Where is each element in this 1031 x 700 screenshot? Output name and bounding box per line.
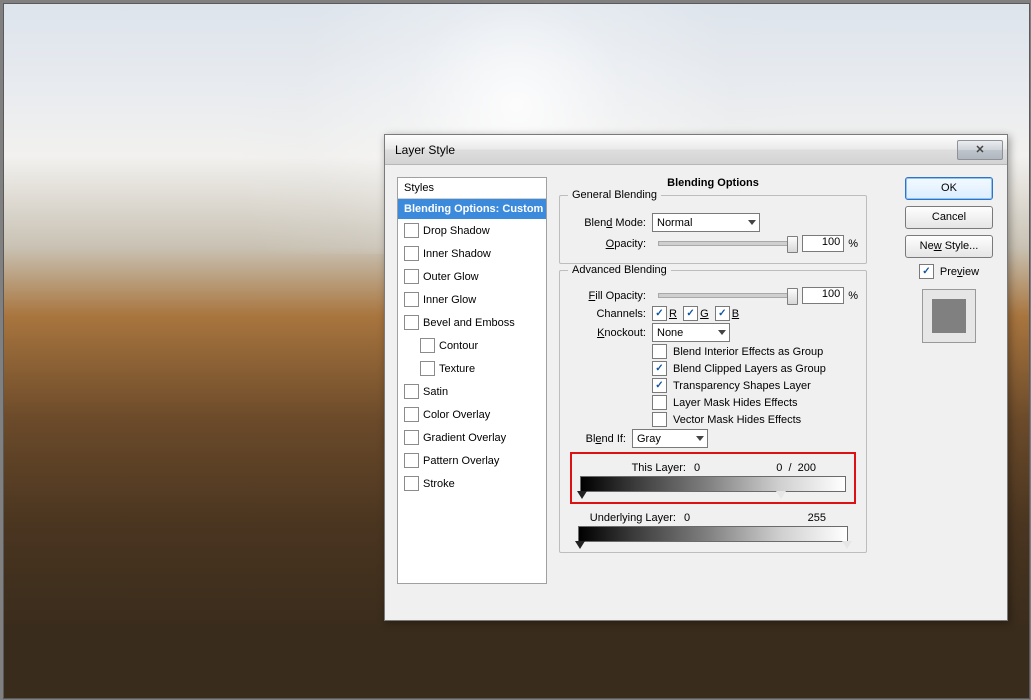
fill-opacity-slider[interactable] [658,293,796,298]
checkbox-icon[interactable] [404,476,419,491]
style-item-stroke[interactable]: Stroke [398,472,546,495]
black-stop-icon[interactable] [577,491,587,499]
style-item-color-overlay[interactable]: Color Overlay [398,403,546,426]
fill-opacity-label: Fill Opacity: [568,290,652,302]
channel-r-checkbox[interactable] [652,306,667,321]
style-item-bevel-emboss[interactable]: Bevel and Emboss [398,311,546,334]
checkbox-icon[interactable] [404,315,419,330]
knockout-label: Knockout: [568,327,652,339]
style-item-inner-glow[interactable]: Inner Glow [398,288,546,311]
channel-r-label: R [669,308,677,320]
general-blending-group: General Blending Blend Mode: Normal Opac… [559,195,867,264]
general-blending-legend: General Blending [568,189,661,201]
style-item-gradient-overlay[interactable]: Gradient Overlay [398,426,546,449]
advanced-blending-legend: Advanced Blending [568,264,671,276]
preview-inner [932,299,966,333]
layer-mask-hides-checkbox[interactable] [652,395,667,410]
opacity-label: Opacity: [568,238,652,250]
underlying-layer-label: Underlying Layer: [570,512,684,524]
underlying-layer-gradient[interactable] [578,526,848,542]
white-stop-icon[interactable] [842,541,852,549]
dialog-title: Layer Style [395,143,957,157]
channel-b-checkbox[interactable] [715,306,730,321]
underlying-low: 0 [684,512,690,524]
style-item-contour[interactable]: Contour [398,334,546,357]
fill-opacity-input[interactable]: 100 [802,287,844,304]
checkbox-icon[interactable] [420,338,435,353]
style-item-pattern-overlay[interactable]: Pattern Overlay [398,449,546,472]
vector-mask-hides-label: Vector Mask Hides Effects [673,414,801,426]
styles-header[interactable]: Styles [398,178,546,199]
channel-g-label: G [700,308,709,320]
titlebar[interactable]: Layer Style ✕ [385,135,1007,165]
advanced-blending-group: Advanced Blending Fill Opacity: 100 % Ch… [559,270,867,553]
style-item-blending-options[interactable]: Blending Options: Custom [398,199,546,219]
layer-style-dialog: Layer Style ✕ Styles Blending Options: C… [384,134,1008,621]
transparency-shapes-checkbox[interactable] [652,378,667,393]
knockout-select[interactable]: None [652,323,730,342]
this-layer-high-a: 0 [776,462,782,474]
slider-thumb-icon[interactable] [787,288,798,305]
channel-b-label: B [732,308,739,320]
channels-label: Channels: [568,308,652,320]
checkbox-icon[interactable] [404,292,419,307]
blend-if-select[interactable]: Gray [632,429,708,448]
options-column: Blending Options General Blending Blend … [555,173,871,593]
checkbox-icon[interactable] [404,223,419,238]
style-item-outer-glow[interactable]: Outer Glow [398,265,546,288]
preview-swatch [922,289,976,343]
styles-panel: Styles Blending Options: Custom Drop Sha… [397,177,547,584]
slider-thumb-icon[interactable] [787,236,798,253]
layer-mask-hides-label: Layer Mask Hides Effects [673,397,798,409]
close-icon: ✕ [975,143,984,156]
opacity-slider[interactable] [658,241,796,246]
new-style-button[interactable]: New Style... [905,235,993,258]
this-layer-high-b: 200 [798,462,816,474]
blend-mode-select[interactable]: Normal [652,213,760,232]
opacity-input[interactable]: 100 [802,235,844,252]
this-layer-gradient[interactable] [580,476,846,492]
checkbox-icon[interactable] [404,430,419,445]
transparency-shapes-label: Transparency Shapes Layer [673,380,811,392]
vector-mask-hides-checkbox[interactable] [652,412,667,427]
style-item-satin[interactable]: Satin [398,380,546,403]
checkbox-icon[interactable] [404,407,419,422]
pct-label: % [848,290,858,302]
blend-clipped-checkbox[interactable] [652,361,667,376]
white-stop-icon[interactable] [776,491,786,499]
checkbox-icon[interactable] [420,361,435,376]
close-button[interactable]: ✕ [957,140,1003,160]
blend-if-label: Blend If: [570,433,632,445]
channel-g-checkbox[interactable] [683,306,698,321]
this-layer-low: 0 [694,462,700,474]
style-item-texture[interactable]: Texture [398,357,546,380]
pct-label: % [848,238,858,250]
ok-button[interactable]: OK [905,177,993,200]
style-item-drop-shadow[interactable]: Drop Shadow [398,219,546,242]
underlying-high: 255 [808,512,826,524]
blend-clipped-label: Blend Clipped Layers as Group [673,363,826,375]
this-layer-label: This Layer: [580,462,694,474]
blend-interior-checkbox[interactable] [652,344,667,359]
blend-interior-label: Blend Interior Effects as Group [673,346,823,358]
checkbox-icon[interactable] [404,453,419,468]
black-stop-icon[interactable] [575,541,585,549]
this-layer-highlight: This Layer: 0 0 / 200 [570,452,856,504]
style-item-inner-shadow[interactable]: Inner Shadow [398,242,546,265]
checkbox-icon[interactable] [404,246,419,261]
dialog-buttons: OK Cancel New Style... Preview [901,177,997,343]
this-layer-sep: / [788,462,791,474]
blend-mode-label: Blend Mode: [568,217,652,229]
checkbox-icon[interactable] [404,269,419,284]
preview-label: Preview [940,266,979,278]
checkbox-icon[interactable] [404,384,419,399]
cancel-button[interactable]: Cancel [905,206,993,229]
preview-checkbox[interactable] [919,264,934,279]
